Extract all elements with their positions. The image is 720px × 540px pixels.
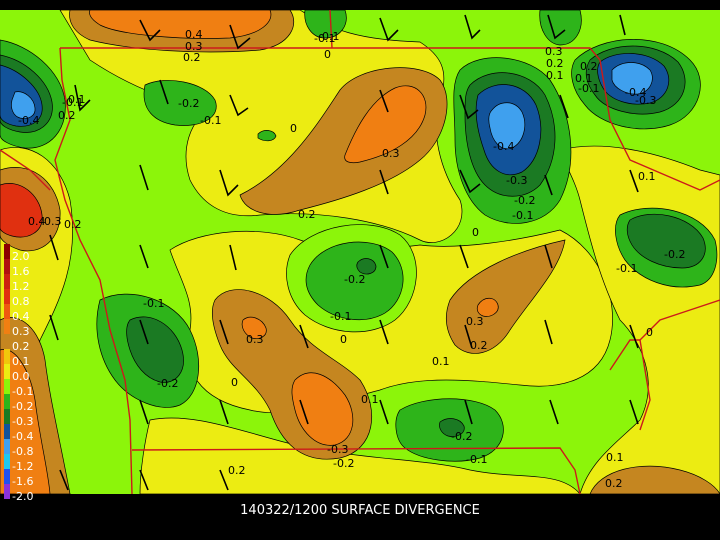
field-neg-center-dark <box>356 258 377 275</box>
contour-label: 0 <box>472 226 479 239</box>
legend-label: 0.8 <box>12 295 30 308</box>
map-stage: 0.4 0.3 0.2 -0.1 0 0.3 0.2 0.1 0.2 0.1 -… <box>0 0 720 540</box>
legend-swatch <box>4 259 10 274</box>
contour-label: 0 <box>324 48 331 61</box>
legend-swatch <box>4 439 10 454</box>
legend-label: 2.0 <box>12 250 30 263</box>
legend-swatch <box>4 379 10 394</box>
legend-swatch <box>4 484 10 499</box>
legend-swatch <box>4 244 10 259</box>
contour-label: -0.3 <box>327 443 348 456</box>
contour-label: -0.1 <box>318 30 339 43</box>
legend-label: 1.6 <box>12 265 30 278</box>
contour-label: -0.2 <box>178 97 199 110</box>
legend-swatch <box>4 349 10 364</box>
contour-label: 0.2 <box>64 218 82 231</box>
contour-label: -0.2 <box>157 377 178 390</box>
contour-label: -0.3 <box>506 174 527 187</box>
legend-label: -0.4 <box>12 430 33 443</box>
map-caption: 140322/1200 SURFACE DIVERGENCE <box>240 503 480 518</box>
contour-label: 0.2 <box>470 339 488 352</box>
contour-label: 0.3 <box>44 215 62 228</box>
contour-label: 0.1 <box>606 451 624 464</box>
legend-label: -0.8 <box>12 445 33 458</box>
contour-label: -0.1 <box>330 310 351 323</box>
legend-label: -0.3 <box>12 415 33 428</box>
contour-label: 0.1 <box>361 393 379 406</box>
legend-label: 0.3 <box>12 325 30 338</box>
contour-label: -0.1 <box>466 453 487 466</box>
contour-label: 0.1 <box>546 69 564 82</box>
contour-label: 0.1 <box>432 355 450 368</box>
contour-label: 0 <box>646 326 653 339</box>
contour-label: 0.3 <box>466 315 484 328</box>
contour-label: 0 <box>231 376 238 389</box>
legend-swatch <box>4 274 10 289</box>
legend-label: -0.1 <box>12 385 33 398</box>
legend-swatch <box>4 469 10 484</box>
contour-label: -0.1 <box>512 209 533 222</box>
legend-swatch <box>4 394 10 409</box>
contour-label: -0.1 <box>578 82 599 95</box>
legend-label: 0.0 <box>12 370 30 383</box>
contour-label: -0.4 <box>18 114 39 127</box>
contour-label: 0.2 <box>605 477 623 490</box>
contour-label: 0.2 <box>183 51 201 64</box>
legend-swatch <box>4 409 10 424</box>
legend-label: 0.4 <box>12 310 30 323</box>
legend-label: 1.2 <box>12 280 30 293</box>
contour-label: -0.1 <box>143 297 164 310</box>
contour-label: 0.3 <box>246 333 264 346</box>
color-legend: 2.0 1.6 1.2 0.8 0.4 0.3 0.2 0.1 0.0 -0.1 -0.2 -0.3 -… <box>4 244 33 503</box>
contour-label: -0.1 <box>62 96 83 109</box>
contour-label: -0.1 <box>200 114 221 127</box>
contour-label: -0.1 <box>616 262 637 275</box>
legend-swatch <box>4 319 10 334</box>
contour-label: -0.2 <box>451 430 472 443</box>
contour-label: 0.1 <box>638 170 656 183</box>
legend-swatch <box>4 289 10 304</box>
contour-label: 0 <box>290 122 297 135</box>
legend-swatch <box>4 454 10 469</box>
contour-label: 0.3 <box>382 147 400 160</box>
legend-swatch <box>4 334 10 349</box>
contour-label: -0.2 <box>344 273 365 286</box>
divergence-map: 0.4 0.3 0.2 -0.1 0 0.3 0.2 0.1 0.2 0.1 -… <box>0 0 720 540</box>
legend-label: -1.2 <box>12 460 33 473</box>
legend-label: -1.6 <box>12 475 33 488</box>
contour-label: 0.2 <box>228 464 246 477</box>
legend-label: 0.2 <box>12 340 30 353</box>
contour-label: -0.2 <box>514 194 535 207</box>
legend-label: -0.2 <box>12 400 33 413</box>
contour-label: -0.3 <box>635 94 656 107</box>
contour-label: -0.2 <box>664 248 685 261</box>
divergence-field <box>0 10 720 494</box>
legend-swatch <box>4 304 10 319</box>
contour-label: -0.4 <box>493 140 514 153</box>
legend-label: 0.1 <box>12 355 30 368</box>
legend-swatch <box>4 424 10 439</box>
legend-swatch <box>4 364 10 379</box>
contour-label: 0.2 <box>298 208 316 221</box>
contour-label: 0 <box>340 333 347 346</box>
field-neg-small <box>257 130 277 142</box>
contour-label: 0.4 <box>28 215 46 228</box>
contour-label: 0.2 <box>58 109 76 122</box>
contour-label: -0.2 <box>333 457 354 470</box>
